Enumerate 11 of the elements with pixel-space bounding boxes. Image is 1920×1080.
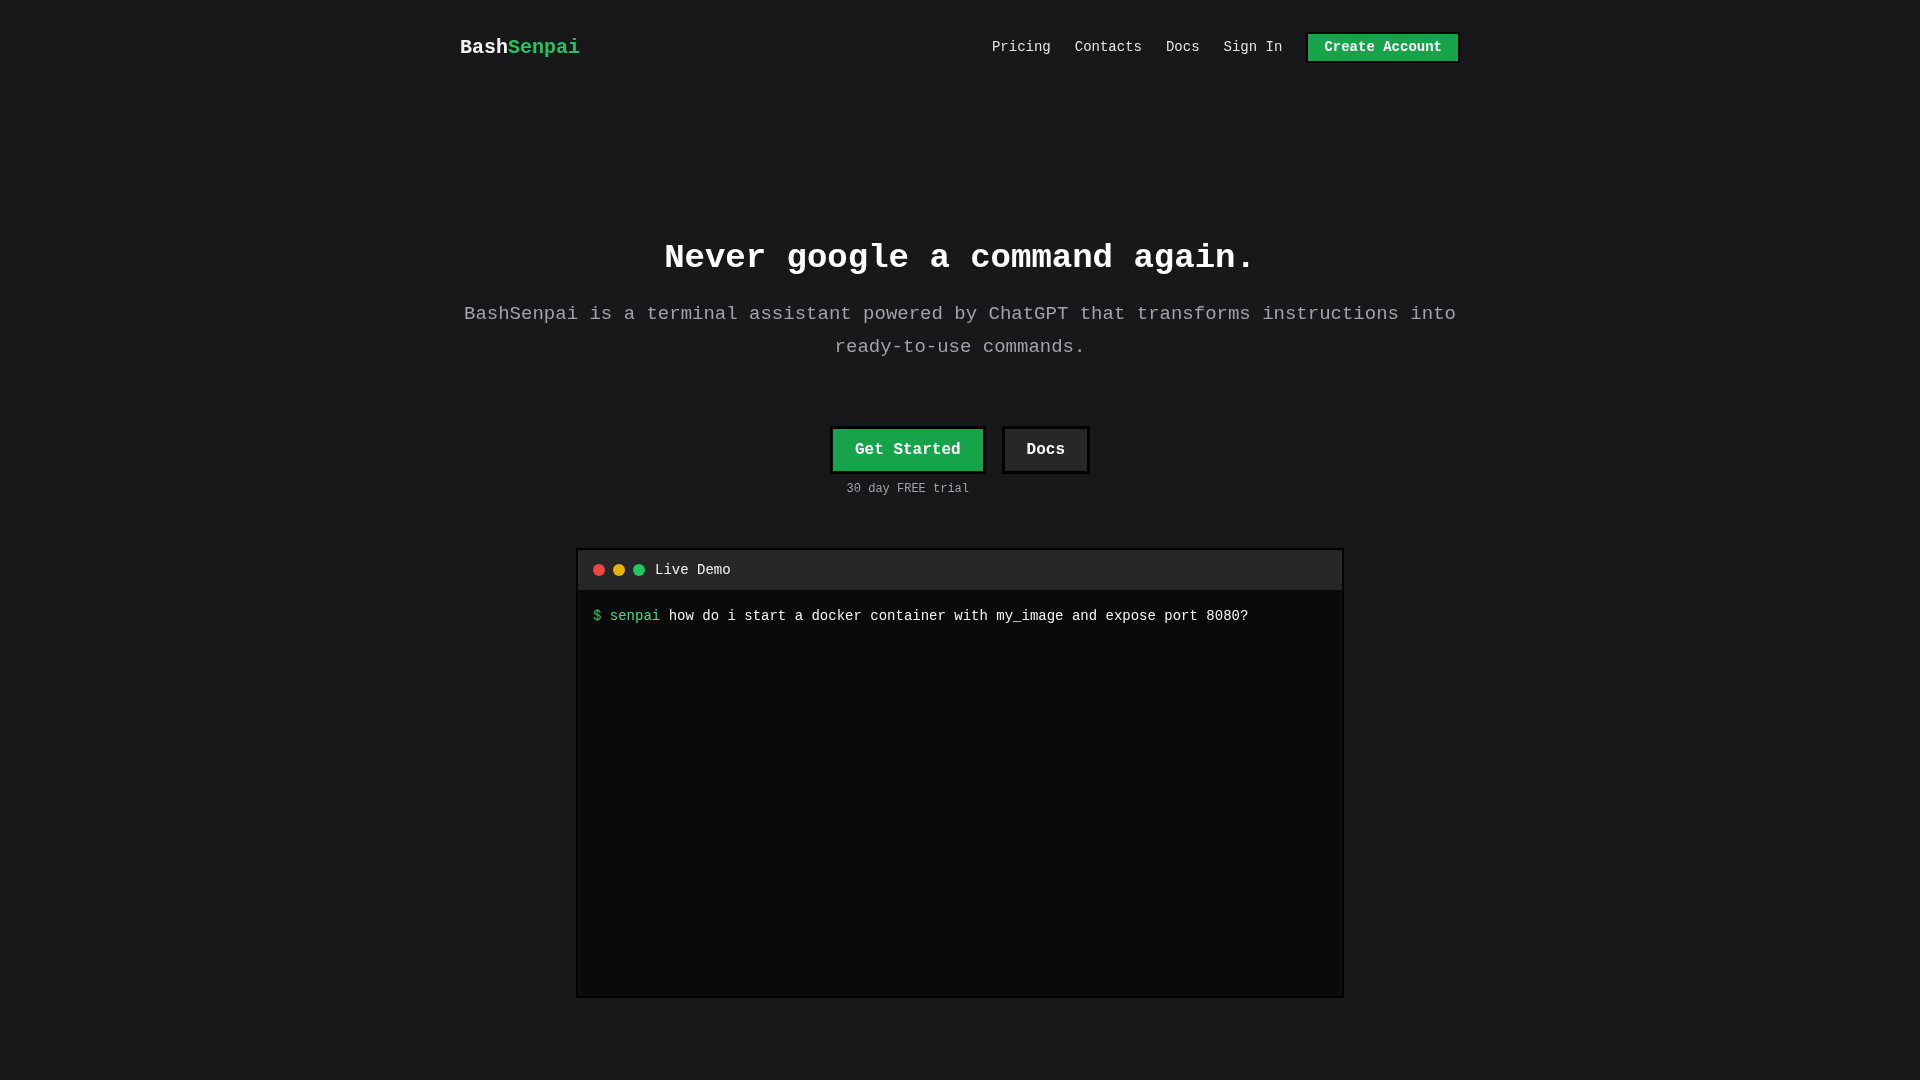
logo[interactable]: BashSenpai (460, 32, 581, 63)
nav-link[interactable]: Docs (1165, 37, 1200, 58)
docs-button[interactable]: Docs (1001, 426, 1090, 474)
terminal-title: Live Demo (655, 560, 731, 580)
nav-link[interactable]: Pricing (991, 37, 1051, 58)
terminal-line: $ senpai how do i start a docker container with my_image and expose port 8080? (593, 607, 1250, 626)
hero-subtitle: BashSenpai is a terminal assistant powered by ChatGPT that transforms instructions into ready-to-use commands. (463, 302, 1457, 360)
trial-note: 30 day FREE trial (846, 481, 969, 498)
nav-link[interactable]: Contacts (1074, 37, 1142, 58)
hero-title: Never google a command again. (664, 238, 1256, 279)
nav-link[interactable]: Sign In (1223, 37, 1283, 58)
